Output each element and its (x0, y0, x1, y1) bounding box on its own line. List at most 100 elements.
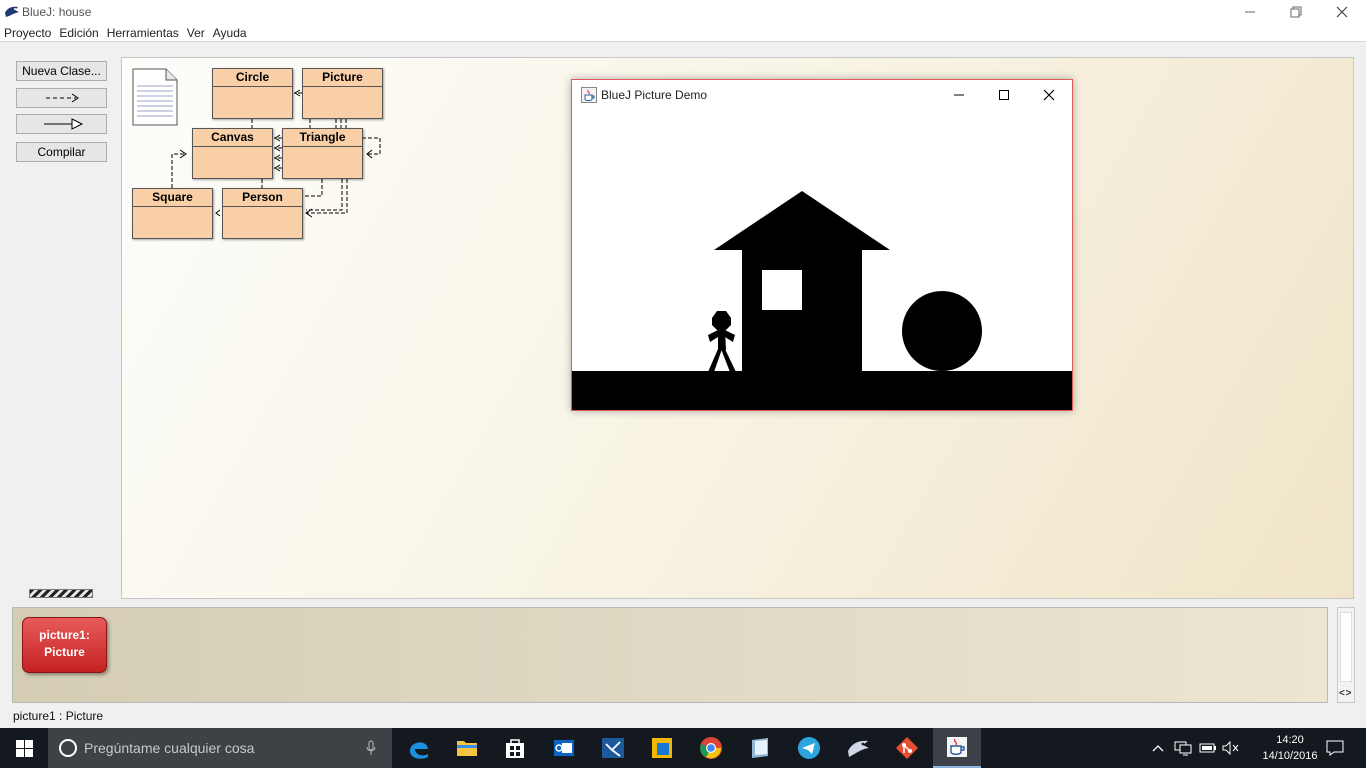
minimize-button[interactable] (1227, 0, 1273, 24)
taskbar-notes-button[interactable] (736, 728, 784, 768)
notification-icon (1326, 740, 1344, 756)
git-icon (896, 737, 918, 759)
codepad-scrollbar[interactable]: < > (1337, 607, 1355, 703)
menu-ayuda[interactable]: Ayuda (209, 24, 251, 41)
maximize-icon (999, 90, 1009, 100)
class-name: Canvas (193, 129, 272, 147)
taskbar-store-button[interactable] (491, 728, 539, 768)
ground (572, 371, 1072, 410)
taskbar-java-button[interactable] (933, 728, 981, 768)
menu-proyecto[interactable]: Proyecto (0, 24, 55, 41)
class-canvas[interactable]: Canvas (192, 128, 273, 179)
telegram-icon (798, 737, 820, 759)
title-bar: BlueJ: house (0, 0, 1366, 24)
bluej-bird-icon (848, 740, 869, 757)
bluej-bird-icon (5, 6, 19, 17)
start-button[interactable] (0, 728, 48, 768)
taskbar-edge-button[interactable] (395, 728, 443, 768)
taskbar-git-button[interactable] (883, 728, 931, 768)
menu-bar: Proyecto Edición Herramientas Ver Ayuda (0, 24, 1366, 42)
class-triangle[interactable]: Triangle (282, 128, 363, 179)
tray-battery-button[interactable] (1197, 728, 1219, 768)
demo-minimize-button[interactable] (936, 80, 982, 110)
solid-arrow-icon (43, 118, 83, 130)
class-name: Circle (213, 69, 292, 87)
inheritance-arrow-button[interactable] (16, 114, 107, 134)
demo-window-title: BlueJ Picture Demo (601, 88, 708, 102)
taskbar-chrome-button[interactable] (687, 728, 735, 768)
clock-time: 14:20 (1276, 734, 1304, 746)
java-cup-icon (581, 87, 597, 103)
clock-date: 14/10/2016 (1262, 750, 1318, 762)
uses-arrow-button[interactable] (16, 88, 107, 108)
class-name: Square (133, 189, 212, 207)
codepad-toggle-icon[interactable]: < > (1339, 688, 1352, 699)
taskbar-mail-button[interactable] (540, 728, 588, 768)
menu-edicion[interactable]: Edición (55, 24, 102, 41)
action-center-button[interactable] (1318, 728, 1352, 768)
visual-studio-icon (602, 738, 624, 758)
windows-logo-icon (15, 739, 33, 757)
tool-panel: Nueva Clase... Compilar (0, 43, 120, 603)
chrome-icon (700, 737, 722, 759)
outlook-icon (554, 740, 574, 756)
class-picture[interactable]: Picture (302, 68, 383, 119)
tray-network-button[interactable] (1172, 728, 1194, 768)
chevron-up-icon (1152, 745, 1164, 752)
class-name: Person (223, 189, 302, 207)
house-window (762, 270, 802, 310)
taskbar-visual-studio-button[interactable] (589, 728, 637, 768)
demo-close-button[interactable] (1026, 80, 1072, 110)
class-square[interactable]: Square (132, 188, 213, 239)
restore-icon (1290, 6, 1302, 18)
cortana-icon (59, 739, 77, 757)
readme-document-icon[interactable] (132, 68, 178, 126)
store-bag-icon (506, 739, 524, 758)
picture-demo-window[interactable]: BlueJ Picture Demo (571, 79, 1073, 411)
volume-muted-icon (1222, 741, 1239, 755)
taskbar-app-button[interactable] (638, 728, 686, 768)
tray-overflow-button[interactable] (1148, 728, 1168, 768)
scroll-thumb[interactable] (1340, 612, 1352, 682)
minimize-icon (954, 94, 964, 96)
new-class-button[interactable]: Nueva Clase... (16, 61, 107, 81)
dashed-arrow-icon (45, 93, 79, 103)
taskbar-bluej-button[interactable] (834, 728, 882, 768)
taskbar-clock[interactable]: 14:20 14/10/2016 (1258, 732, 1322, 764)
compile-button[interactable]: Compilar (16, 142, 107, 162)
object-picture1[interactable]: picture1: Picture (22, 617, 107, 673)
notebook-icon (752, 738, 768, 758)
restore-button[interactable] (1273, 0, 1319, 24)
picture-canvas (572, 110, 1072, 410)
close-icon (1043, 89, 1055, 101)
edge-icon (410, 742, 428, 759)
cortana-search-box[interactable]: Pregúntame cualquier cosa (48, 728, 392, 768)
close-button[interactable] (1319, 0, 1365, 24)
battery-icon (1199, 743, 1216, 753)
object-bench[interactable]: picture1: Picture (12, 607, 1328, 703)
close-icon (1336, 6, 1348, 18)
taskbar-telegram-button[interactable] (785, 728, 833, 768)
microphone-icon[interactable] (366, 740, 376, 756)
class-name: Picture (303, 69, 382, 87)
object-type: Picture (44, 645, 85, 659)
taskbar: Pregúntame cualquier cosa 14:20 14/10/20… (0, 728, 1366, 768)
search-placeholder: Pregúntame cualquier cosa (84, 740, 255, 756)
class-circle[interactable]: Circle (212, 68, 293, 119)
window-title: BlueJ: house (22, 5, 92, 19)
class-name: Triangle (283, 129, 362, 147)
network-icon (1174, 741, 1192, 756)
demo-maximize-button[interactable] (981, 80, 1027, 110)
house-wall (742, 250, 862, 372)
tray-volume-button[interactable] (1220, 728, 1242, 768)
app-window-icon (652, 738, 672, 758)
minimize-icon (1245, 11, 1255, 13)
sun-ball (902, 291, 982, 371)
demo-title-bar[interactable]: BlueJ Picture Demo (572, 80, 1072, 110)
machine-activity-indicator (29, 589, 93, 598)
menu-ver[interactable]: Ver (183, 24, 209, 41)
taskbar-file-explorer-button[interactable] (443, 728, 491, 768)
class-person[interactable]: Person (222, 188, 303, 239)
menu-herramientas[interactable]: Herramientas (103, 24, 183, 41)
object-name: picture1: (39, 628, 90, 642)
